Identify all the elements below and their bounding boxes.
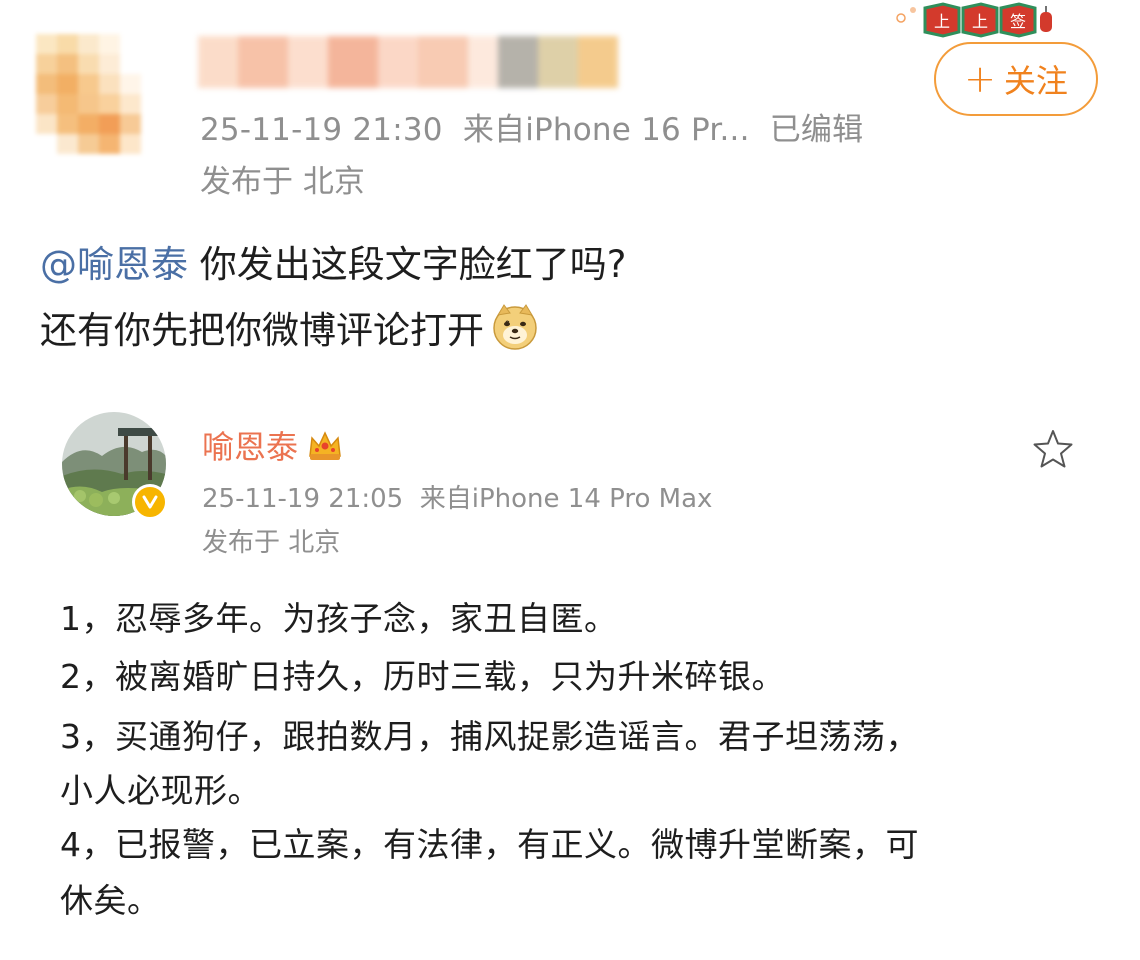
- quoted-username-text: 喻恩泰: [202, 428, 299, 466]
- post-line-1: @喻恩泰 你发出这段文字脸红了吗?: [40, 234, 626, 288]
- post-location: 发布于 北京: [200, 164, 365, 200]
- quoted-body-line: 2，被离婚旷日持久，历时三载，只为升米碎银。: [60, 657, 785, 696]
- festive-badges-icon: 上 上 签: [896, 2, 1052, 38]
- quoted-body-line: 休矣。: [60, 881, 161, 920]
- svg-text:上: 上: [934, 12, 950, 31]
- post-timestamp: 25-11-19 21:30: [200, 112, 443, 148]
- post-meta: 25-11-19 21:30 来自iPhone 16 Pr... 已编辑: [200, 104, 863, 149]
- post-line-1-text: 你发出这段文字脸红了吗?: [188, 243, 627, 286]
- plus-icon: +: [964, 57, 996, 101]
- quoted-source: 来自iPhone 14 Pro Max: [419, 484, 713, 514]
- post-line-2-text: 还有你先把你微博评论打开: [40, 309, 484, 352]
- crown-icon: [309, 431, 341, 460]
- quoted-username[interactable]: 喻恩泰: [202, 422, 344, 468]
- follow-button[interactable]: + 关注: [934, 42, 1098, 116]
- quoted-body-line: 4，已报警，已立案，有法律，有正义。微博升堂断案，可: [60, 825, 919, 864]
- doge-emoji-icon: [493, 304, 537, 350]
- mention-link[interactable]: @喻恩泰: [40, 243, 188, 286]
- post-line-2: 还有你先把你微博评论打开: [40, 300, 540, 354]
- quoted-body-line: 3，买通狗仔，跟拍数月，捕风捉影造谣言。君子坦荡荡，: [60, 717, 919, 756]
- svg-text:上: 上: [972, 12, 988, 31]
- quoted-location: 发布于 北京: [202, 528, 341, 558]
- quoted-meta: 25-11-19 21:05 来自iPhone 14 Pro Max: [202, 478, 712, 515]
- edited-label[interactable]: 已编辑: [770, 112, 864, 148]
- post-source: 来自iPhone 16 Pr...: [462, 112, 750, 148]
- avatar[interactable]: [36, 34, 162, 154]
- blurred-username[interactable]: [198, 36, 618, 88]
- quoted-body-line: 小人必现形。: [60, 771, 261, 810]
- svg-text:签: 签: [1010, 12, 1026, 31]
- follow-label: 关注: [1003, 62, 1068, 100]
- verified-badge-icon: [132, 484, 168, 520]
- star-icon[interactable]: [1032, 428, 1074, 470]
- quoted-timestamp: 25-11-19 21:05: [202, 484, 404, 514]
- quoted-body-line: 1，忍辱多年。为孩子念，家丑自匿。: [60, 599, 618, 638]
